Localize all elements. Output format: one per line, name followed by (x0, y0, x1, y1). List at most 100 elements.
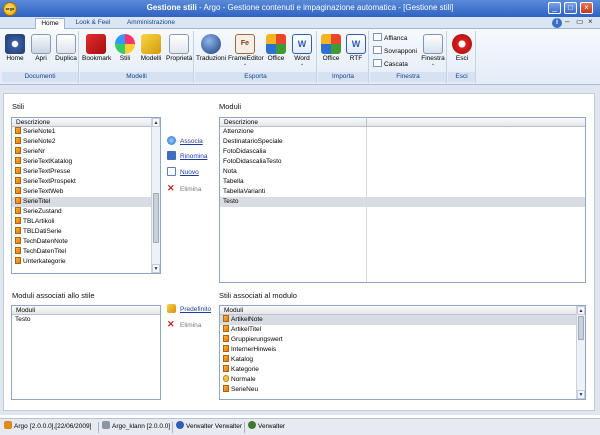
apri-button[interactable]: Apri (29, 32, 53, 70)
nuovo-action[interactable]: Nuovo (167, 167, 199, 176)
sovrapponi-button[interactable]: Sovrapponi (373, 46, 417, 57)
stili-grid[interactable]: Descrizione SerieNote1 SerieNote2 SerieNr S… (11, 117, 161, 274)
import-rtf-button[interactable]: W RTF (344, 32, 368, 70)
stile-associato-row[interactable]: Kategorie (220, 365, 585, 375)
mini-restore-icon[interactable]: ▭ (576, 17, 584, 26)
stile-row[interactable]: SerieTextWeb (12, 187, 160, 197)
stile-row[interactable]: TechDatenNote (12, 237, 160, 247)
scroll-down-icon[interactable]: ▼ (577, 390, 585, 399)
stile-associato-row[interactable]: Gruppierungswert (220, 335, 585, 345)
style-file-icon (15, 147, 21, 154)
group-label-finestra: Finestra (370, 72, 446, 82)
status-role: Verwalter (248, 419, 285, 435)
close-window-button[interactable]: × (580, 2, 593, 14)
duplica-button[interactable]: Duplica (54, 32, 78, 70)
style-file-icon (15, 177, 21, 184)
maximize-button[interactable]: □ (564, 2, 577, 14)
scroll-down-icon[interactable]: ▼ (152, 264, 160, 273)
stile-associato-row[interactable]: Katalog (220, 355, 585, 365)
delete-x-icon: ✕ (167, 319, 175, 329)
mini-close-icon[interactable]: × (588, 17, 593, 26)
tab-amministrazione[interactable]: Amministrazione (121, 18, 181, 29)
esci-button[interactable]: Esci (449, 32, 475, 70)
modulo-row[interactable]: DestinatarioSpeciale (220, 137, 585, 147)
minimize-button[interactable]: _ (548, 2, 561, 14)
mini-minimize-icon[interactable]: – (565, 17, 569, 26)
scroll-thumb[interactable] (578, 316, 584, 340)
traduzioni-button[interactable]: Traduzioni (196, 32, 226, 70)
scroll-up-icon[interactable]: ▲ (577, 306, 585, 315)
window-title: Gestione stili - Argo - Gestione contenu… (146, 3, 454, 12)
stile-row[interactable]: SerieNote1 (12, 127, 160, 137)
group-esci: Esci Esci (448, 31, 476, 83)
rinomina-action[interactable]: Rinomina (167, 151, 207, 160)
modulo-row[interactable]: FotoDidascalia (220, 147, 585, 157)
stile-row[interactable]: SerieTextPresse (12, 167, 160, 177)
stile-row[interactable]: SerieZustand (12, 207, 160, 217)
stile-row[interactable]: TBLArtikoli (12, 217, 160, 227)
style-file-icon (15, 207, 21, 214)
tab-home[interactable]: Home (35, 18, 65, 29)
moduli-column-header[interactable]: Descrizione (220, 118, 585, 127)
cascata-button[interactable]: Cascata (373, 59, 408, 70)
proprieta-button[interactable]: Proprietà (166, 32, 192, 70)
modulo-row[interactable]: FotoDidascaliaTesto (220, 157, 585, 167)
stile-row[interactable]: SerieTextProspekt (12, 177, 160, 187)
ribbon: Home Apri Duplica Documenti Bookmark Sti… (0, 29, 600, 85)
modulo-row[interactable]: Attenzione (220, 127, 585, 137)
stile-row[interactable]: Unterkategorie (12, 257, 160, 267)
stile-row[interactable]: SerieNote2 (12, 137, 160, 147)
delete-x-icon: ✕ (167, 183, 175, 193)
style-file-icon (15, 127, 21, 134)
stili-associati-column-header[interactable]: Moduli (220, 306, 585, 315)
rename-icon (167, 151, 176, 160)
moduli-associati-column-header[interactable]: Moduli (12, 306, 160, 315)
stile-associato-row[interactable]: ArtikelTitel (220, 325, 585, 335)
import-office-button[interactable]: Office (319, 32, 343, 70)
home-button[interactable]: Home (3, 32, 27, 70)
stili-column-header[interactable]: Descrizione (12, 118, 160, 127)
stili-associati-scrollbar[interactable]: ▲ ▼ (576, 306, 585, 399)
tab-look-and-feel[interactable]: Look & Feel (70, 18, 116, 29)
info-icon[interactable]: i (552, 18, 562, 28)
style-file-icon (15, 257, 21, 264)
modulo-row[interactable]: Tabella (220, 177, 585, 187)
stile-row[interactable]: SerieTitel (12, 197, 160, 207)
modulo-row[interactable]: Testo (220, 197, 585, 207)
predefinito-action[interactable]: Predefinito (167, 304, 211, 313)
frameeditor-button[interactable]: Fe FrameEditor ⌄ (228, 32, 264, 70)
modulo-row[interactable]: Nota (220, 167, 585, 177)
style-file-icon (15, 157, 21, 164)
stili-associati-grid[interactable]: Moduli ArtikelNote ArtikelTitel Gruppierun… (219, 305, 586, 400)
moduli-associati-grid[interactable]: Moduli Testo (11, 305, 161, 400)
office-import-icon (321, 34, 341, 54)
export-office-button[interactable]: Office (264, 32, 288, 70)
stili-label: Stili (12, 102, 25, 111)
finestra-button[interactable]: Finestra ⌄ (420, 32, 446, 70)
scroll-up-icon[interactable]: ▲ (152, 118, 160, 127)
affianca-button[interactable]: Affianca (373, 33, 407, 44)
style-file-icon (223, 345, 229, 352)
stili-scrollbar[interactable]: ▲ ▼ (151, 118, 160, 273)
stile-row[interactable]: SerieNr (12, 147, 160, 157)
palette-icon (115, 34, 135, 54)
stile-row[interactable]: TBLDatiSerie (12, 227, 160, 237)
stile-associato-row[interactable]: SerieNeu (220, 385, 585, 395)
moduli-grid[interactable]: Descrizione Attenzione DestinatarioSpecia… (219, 117, 586, 283)
scroll-thumb[interactable] (153, 193, 159, 243)
group-label-esci: Esci (448, 72, 475, 82)
modulo-row[interactable]: TabellaVarianti (220, 187, 585, 197)
elimina-bottom-action: ✕ Elimina (167, 319, 202, 329)
stile-associato-row[interactable]: ArtikelNote (220, 315, 585, 325)
modulo-associato-row[interactable]: Testo (12, 315, 160, 325)
associa-action[interactable]: Associa (167, 136, 203, 145)
exit-power-icon (452, 34, 472, 54)
bookmark-button[interactable]: Bookmark (82, 32, 111, 70)
modelli-button[interactable]: Modelli (138, 32, 164, 70)
export-word-button[interactable]: W Word ⌄ (290, 32, 314, 70)
stile-row[interactable]: TechDatenTitel (12, 247, 160, 257)
stile-associato-row[interactable]: Normale (220, 375, 585, 385)
stile-associato-row[interactable]: InternerHinweis (220, 345, 585, 355)
stile-row[interactable]: SerieTextKatalog (12, 157, 160, 167)
stili-button[interactable]: Stili (113, 32, 137, 70)
